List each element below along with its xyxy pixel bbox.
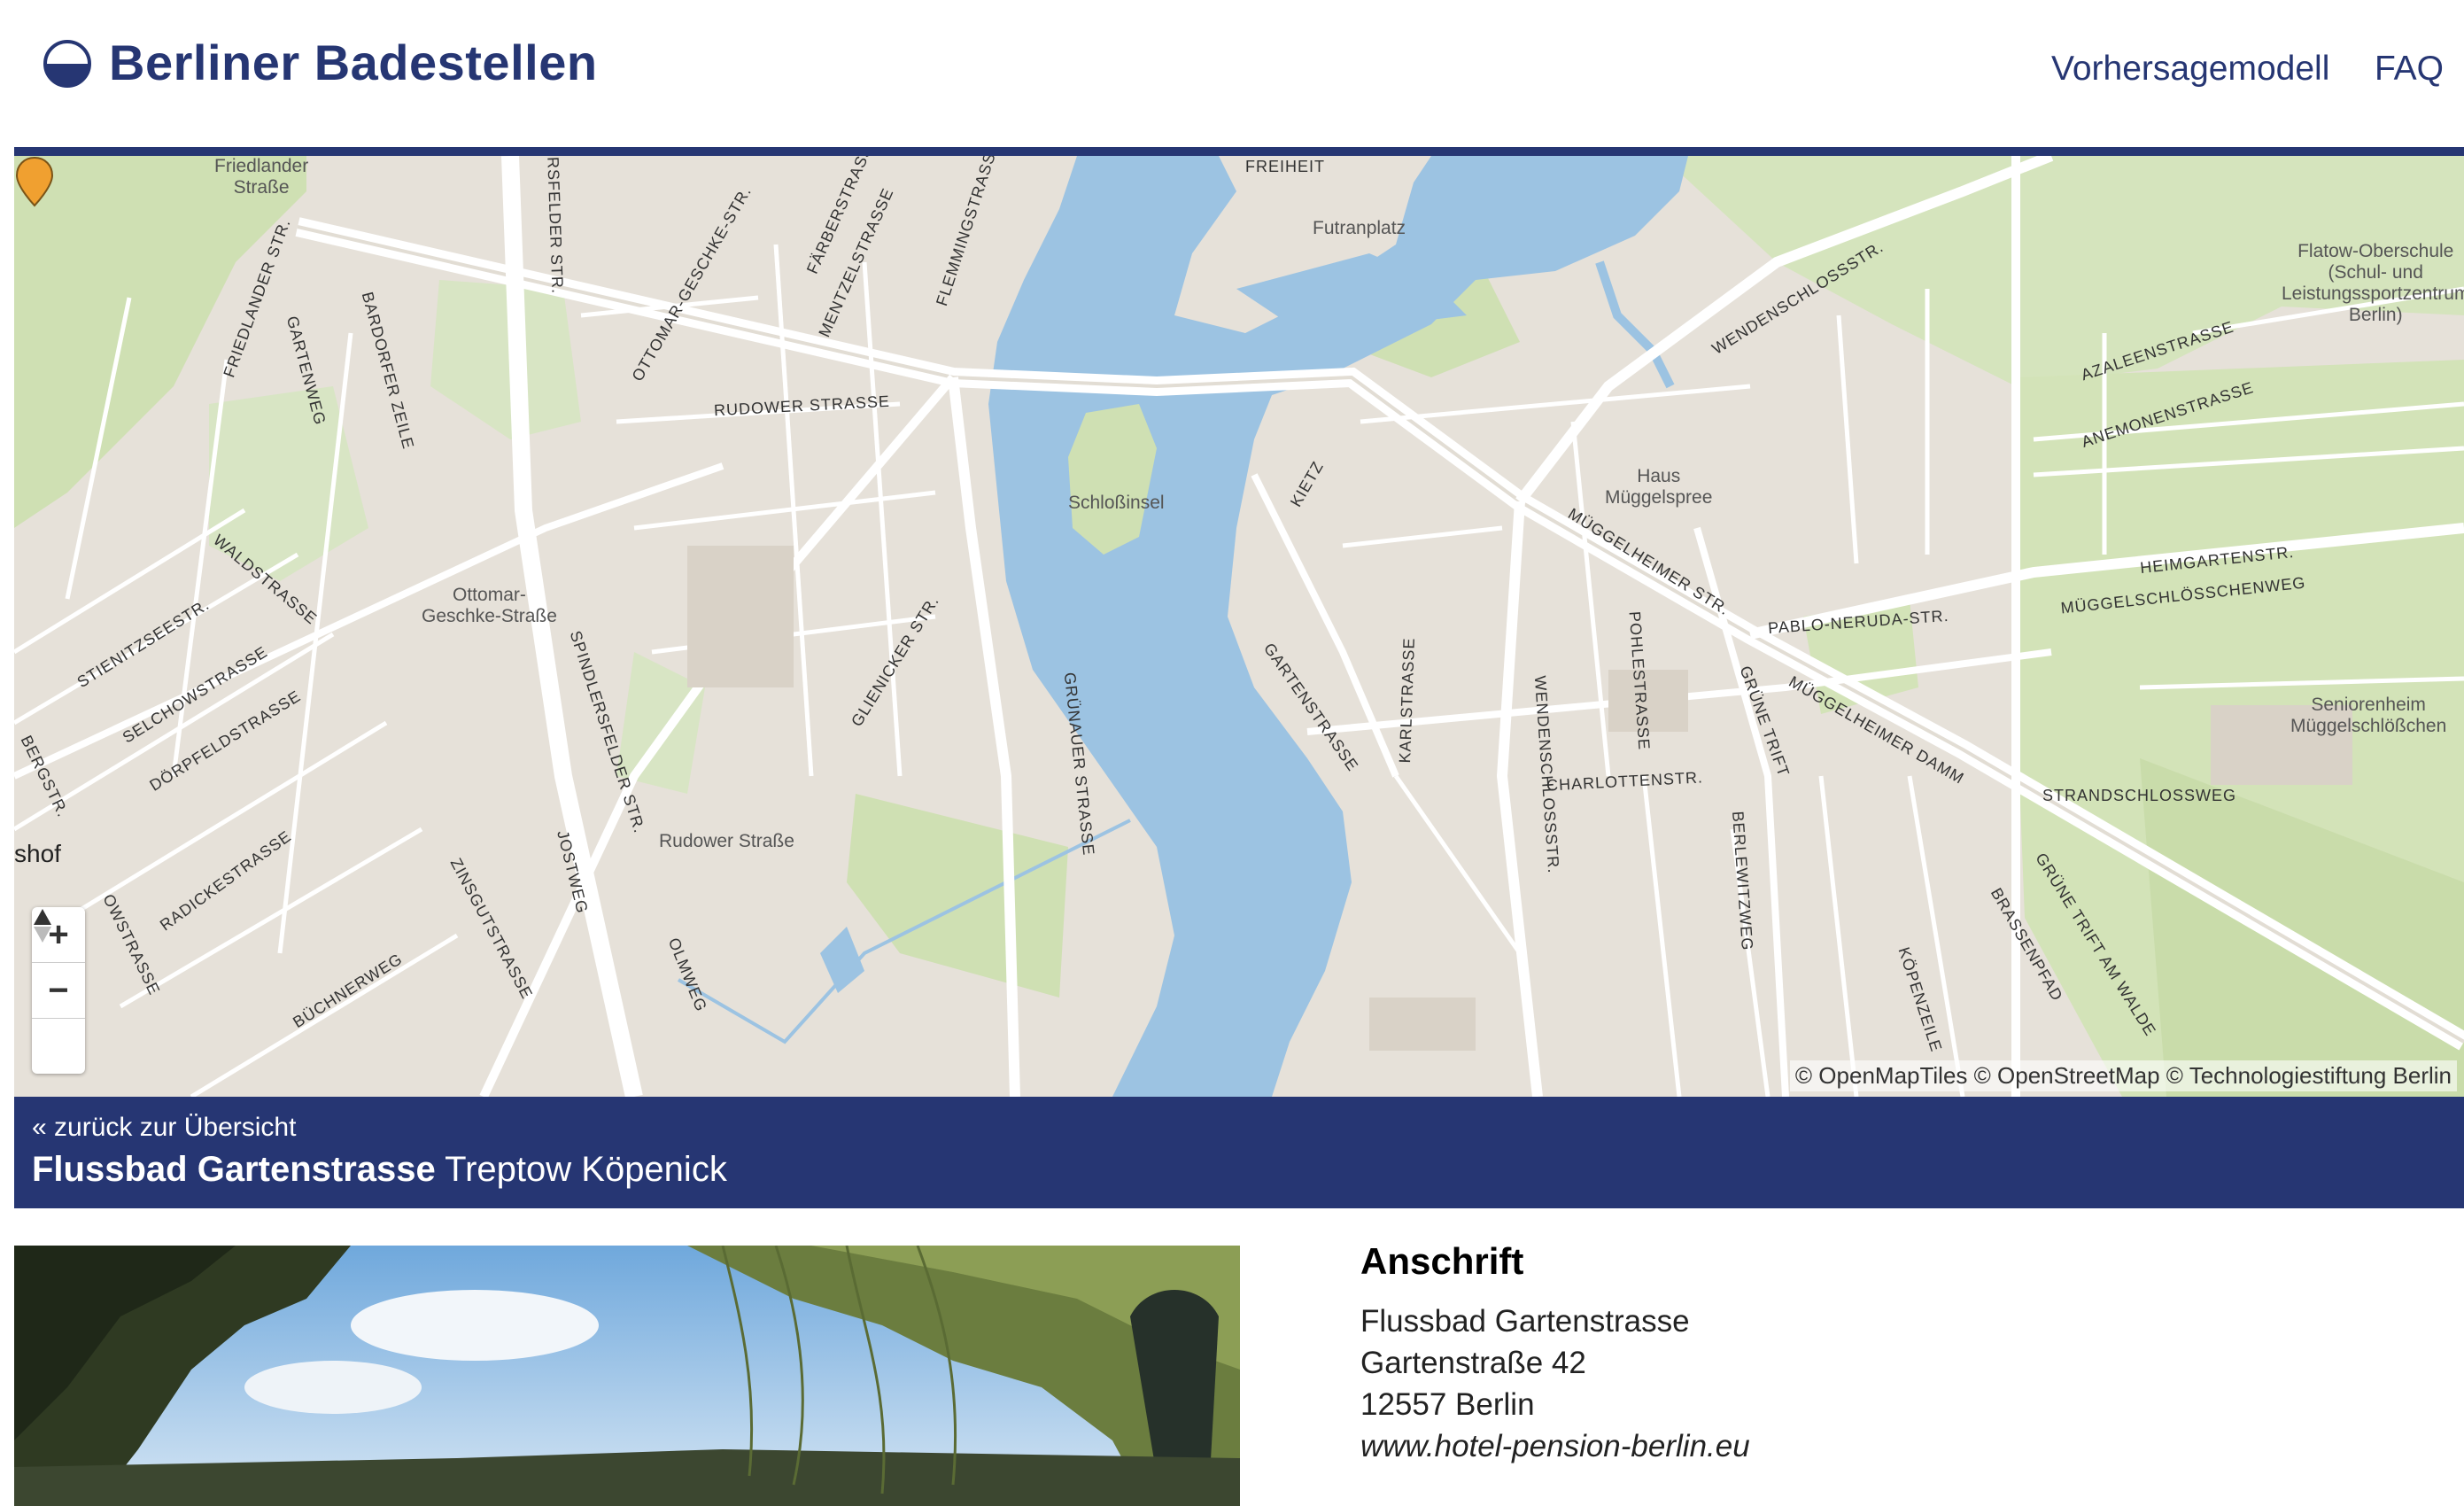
- map-label-friedlander: Friedlander Straße: [214, 156, 309, 198]
- map-zoom-controls: + −: [32, 907, 85, 1074]
- site-photo-image: [14, 1246, 1240, 1506]
- brand-title[interactable]: Berliner Badestellen: [109, 34, 598, 91]
- map-label-futranplatz: Futranplatz: [1313, 218, 1406, 238]
- address-city: 12557 Berlin: [1360, 1387, 1535, 1422]
- address-block: Anschrift Flussbad Gartenstrasse Gartens…: [1360, 1240, 1750, 1467]
- bathing-site-titlebar: « zurück zur Übersicht Flussbad Gartenst…: [14, 1097, 2464, 1208]
- map-label-ottomar: Ottomar- Geschke-Straße: [422, 585, 557, 626]
- page-title: Flussbad Gartenstrasse Treptow Köpenick: [32, 1150, 727, 1190]
- map-label-senioren: Seniorenheim Müggelschlößchen: [2290, 695, 2447, 736]
- map-label-shof: shof: [14, 840, 61, 867]
- back-to-overview-link[interactable]: « zurück zur Übersicht: [32, 1113, 296, 1143]
- map-label-haus: Haus Müggelspree: [1605, 466, 1713, 508]
- address-name: Flussbad Gartenstrasse: [1360, 1304, 1690, 1339]
- map-label-freiheit: FREIHEIT: [1245, 158, 1326, 175]
- site-district: Treptow Köpenick: [445, 1150, 727, 1189]
- map-label-rudower-stop: Rudower Straße: [659, 831, 794, 851]
- map-attribution[interactable]: © OpenMapTiles © OpenStreetMap © Technol…: [1789, 1060, 2457, 1091]
- map-label-schlossinsel: Schloßinsel: [1068, 493, 1165, 513]
- site-name: Flussbad Gartenstrasse: [32, 1150, 436, 1189]
- header-divider: [14, 147, 2464, 156]
- address-heading: Anschrift: [1360, 1240, 1524, 1282]
- site-header: Berliner Badestellen Vorhersagemodell FA…: [0, 0, 2464, 147]
- map-view[interactable]: Friedlander Straße FREIHEIT Futranplatz …: [14, 156, 2464, 1097]
- address-street: Gartenstraße 42: [1360, 1346, 1586, 1380]
- nav-link-faq[interactable]: FAQ: [2375, 50, 2444, 89]
- website-link[interactable]: www.hotel-pension-berlin.eu: [1360, 1425, 1750, 1467]
- map-label-flatow: Flatow-Oberschule (Schul- und Leistungss…: [2282, 241, 2464, 325]
- compass-icon: [34, 909, 51, 943]
- nav-link-vorhersagemodell[interactable]: Vorhersagemodell: [2051, 50, 2329, 89]
- site-photo: [14, 1246, 1240, 1506]
- map-pin-icon[interactable]: [14, 156, 55, 207]
- compass-reset-button[interactable]: [32, 909, 85, 1074]
- zoom-out-button[interactable]: −: [32, 963, 85, 1019]
- street-strandschloss: STRANDSCHLOSSWEG: [2042, 787, 2237, 804]
- half-circle-water-icon[interactable]: [43, 39, 92, 89]
